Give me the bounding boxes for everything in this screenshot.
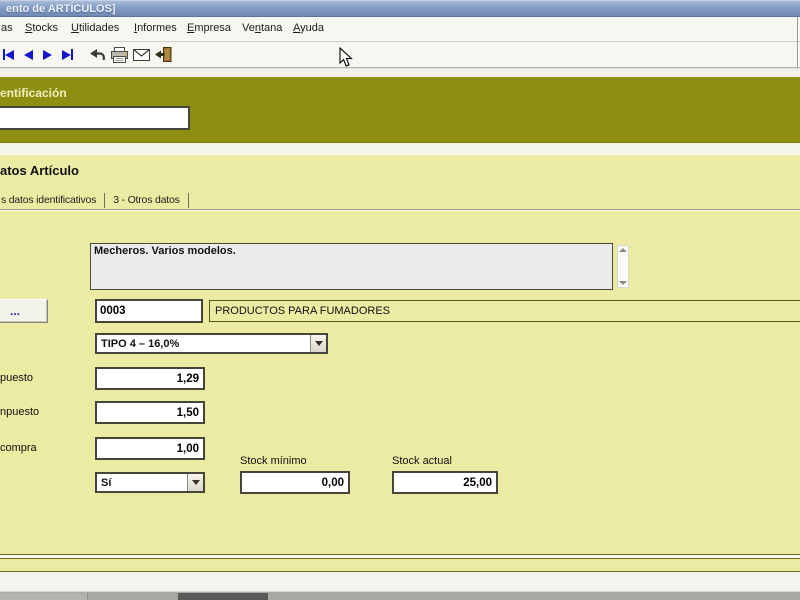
previous-record-icon (24, 49, 33, 60)
price-without-tax-label: puesto (0, 372, 34, 384)
chevron-down-icon (314, 341, 323, 346)
title-bar: ento de ARTÍCULOS] (0, 0, 800, 17)
identification-section-title: entificación (0, 86, 67, 100)
taskbar (0, 591, 800, 600)
stock-actual-label: Stock actual (392, 455, 452, 467)
email-icon (133, 48, 150, 61)
last-record-icon (62, 49, 71, 60)
tab-strip: s datos identificativos 3 - Otros datos (0, 192, 189, 209)
menu-item-cut[interactable]: as (1, 22, 13, 34)
window-title: ento de ARTÍCULOS] (6, 2, 116, 15)
stock-min-label: Stock mínimo (240, 455, 307, 467)
email-button[interactable] (131, 44, 152, 66)
stock-actual-input[interactable] (392, 471, 498, 494)
menu-bar: as Stocks Utilidades Informes Empresa Ve… (0, 17, 800, 42)
tab-more-identifying-data[interactable]: s datos identificativos (0, 193, 106, 208)
price-with-tax-label: npuesto (0, 406, 40, 418)
scroll-up-icon[interactable] (619, 248, 627, 252)
print-icon (111, 46, 128, 63)
family-name-display: PRODUCTOS PARA FUMADORES (209, 300, 800, 322)
bottom-light-strip (0, 572, 800, 591)
menu-item-empresa[interactable]: Empresa (187, 22, 231, 34)
sellable-dropdown[interactable]: Sí (95, 472, 205, 493)
taskbar-segment[interactable] (0, 593, 88, 600)
article-data-section: atos Artículo s datos identificativos 3 … (0, 155, 800, 555)
tax-type-dropdown[interactable]: TIPO 4 – 16,0% (95, 333, 328, 354)
menu-item-ventana[interactable]: Ventana (242, 22, 282, 34)
next-record-button[interactable] (41, 44, 54, 66)
chevron-down-icon (191, 480, 200, 485)
previous-record-button[interactable] (22, 44, 35, 66)
undo-icon (90, 49, 105, 60)
purchase-price-input[interactable] (95, 437, 205, 460)
price-without-tax-input[interactable] (95, 367, 205, 390)
sellable-value: Sí (101, 476, 112, 489)
exit-door-icon (155, 47, 172, 62)
toolbar-separator (0, 68, 800, 77)
family-code-input[interactable] (95, 299, 203, 323)
purchase-price-label: compra (0, 442, 37, 454)
menu-item-informes[interactable]: Informes (134, 22, 177, 34)
tab-strip-highlight (0, 210, 800, 211)
first-record-button[interactable] (1, 44, 16, 66)
sellable-dropdown-button[interactable] (187, 474, 203, 491)
undo-button[interactable] (87, 44, 108, 66)
memo-scrollbar[interactable] (617, 245, 629, 288)
taskbar-active-button[interactable] (178, 593, 268, 600)
identification-code-input[interactable] (0, 106, 190, 130)
tax-type-dropdown-button[interactable] (310, 335, 326, 352)
stock-min-input[interactable] (240, 471, 350, 494)
menu-item-utilidades[interactable]: Utilidades (71, 22, 119, 34)
bottom-band (0, 558, 800, 572)
description-memo[interactable]: Mecheros. Varios modelos. (90, 243, 613, 290)
family-lookup-button[interactable]: ... (0, 299, 48, 323)
app-window: ento de ARTÍCULOS] as Stocks Utilidades … (0, 0, 800, 600)
next-record-icon (43, 49, 52, 60)
exit-button[interactable] (152, 44, 174, 66)
last-record-button[interactable] (60, 44, 75, 66)
section-gap (0, 143, 800, 155)
menu-item-ayuda[interactable]: Ayuda (293, 22, 324, 34)
article-section-title: atos Artículo (0, 163, 79, 178)
tax-type-value: TIPO 4 – 16,0% (101, 337, 180, 350)
scroll-down-icon[interactable] (619, 281, 627, 285)
print-button[interactable] (108, 44, 131, 66)
menu-item-stocks[interactable]: Stocks (25, 22, 58, 34)
identification-section: entificación (0, 77, 800, 143)
tab-otros-datos[interactable]: 3 - Otros datos (105, 193, 189, 208)
price-with-tax-input[interactable] (95, 401, 205, 424)
toolbar (0, 42, 800, 68)
